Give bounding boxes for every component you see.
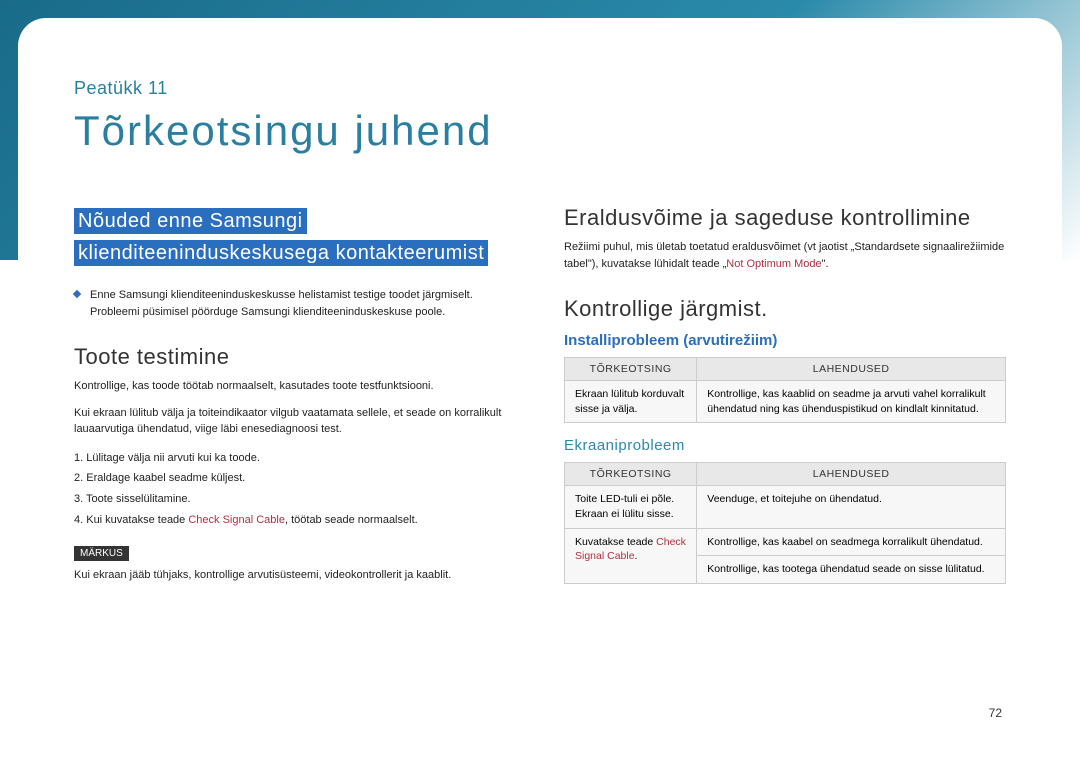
section-check: Kontrollige järgmist. [564, 296, 1006, 322]
table2-r1-c1: Kuvatakse teade Check Signal Cable. [565, 528, 697, 583]
step-3: 3. Toote sisselülitamine. [74, 489, 524, 510]
res-red: Not Optimum Mode [726, 258, 821, 270]
table2-th2: LAHENDUSED [697, 463, 1006, 486]
chapter-label: Peatükk 11 [74, 78, 1006, 99]
table2-r1-c2a: Kontrollige, kas kaabel on seadmega korr… [697, 528, 1006, 556]
page-title: Tõrkeotsingu juhend [74, 107, 1006, 155]
subheading-install: Installiprobleem (arvutirežiim) [564, 332, 1006, 349]
table1-r0-c1: Ekraan lülitub korduvalt sisse ja välja. [565, 381, 697, 423]
steps-list: 1. Lülitage välja nii arvuti kui ka tood… [74, 448, 524, 532]
page-content: Peatükk 11 Tõrkeotsingu juhend Nõuded en… [18, 18, 1062, 738]
step-1: 1. Lülitage välja nii arvuti kui ka tood… [74, 448, 524, 469]
res-p1b: ". [822, 258, 829, 270]
table2-r0-c2: Veenduge, et toitejuhe on ühendatud. [697, 486, 1006, 528]
t2r1-c1a: Kuvatakse teade [575, 536, 656, 548]
table-screen: TÕRKEOTSING LAHENDUSED Toite LED-tuli ei… [564, 462, 1006, 584]
table-install: TÕRKEOTSING LAHENDUSED Ekraan lülitub ko… [564, 357, 1006, 423]
right-column: Eraldusvõime ja sageduse kontrollimine R… [564, 205, 1006, 594]
left-column: Nõuded enne Samsungi klienditeeninduskes… [74, 205, 524, 594]
testing-p1: Kontrollige, kas toode töötab normaalsel… [74, 378, 524, 395]
step-4: 4. Kui kuvatakse teade Check Signal Cabl… [74, 510, 524, 531]
highlight-line-2: klienditeeninduskeskusega kontakteerumis… [74, 240, 488, 266]
testing-p2: Kui ekraan lülitub välja ja toiteindikaa… [74, 405, 524, 438]
highlight-line-1: Nõuded enne Samsungi [74, 208, 307, 234]
two-column-layout: Nõuded enne Samsungi klienditeeninduskes… [74, 205, 1006, 594]
step-4-prefix: 4. Kui kuvatakse teade [74, 514, 188, 526]
table2-th1: TÕRKEOTSING [565, 463, 697, 486]
step-4-red: Check Signal Cable [188, 514, 285, 526]
table2-r0-c1: Toite LED-tuli ei põle. Ekraan ei lülitu… [565, 486, 697, 528]
intro-bullet: Enne Samsungi klienditeeninduskeskusse h… [74, 287, 524, 320]
t2r1-c1b: . [635, 550, 638, 562]
table-row: Ekraan lülitub korduvalt sisse ja välja.… [565, 381, 1006, 423]
section-product-testing: Toote testimine [74, 344, 524, 370]
table-row: Toite LED-tuli ei põle. Ekraan ei lülitu… [565, 486, 1006, 528]
note-badge: MÄRKUS [74, 546, 129, 561]
subheading-screen: Ekraaniprobleem [564, 437, 1006, 454]
table2-r1-c2b: Kontrollige, kas tootega ühendatud seade… [697, 556, 1006, 584]
page-number: 72 [989, 706, 1002, 720]
table1-th1: TÕRKEOTSING [565, 358, 697, 381]
note-text: Kui ekraan jääb tühjaks, kontrollige arv… [74, 567, 524, 584]
step-2: 2. Eraldage kaabel seadme küljest. [74, 468, 524, 489]
step-4-tail: , töötab seade normaalselt. [285, 514, 418, 526]
resolution-text: Režiimi puhul, mis ületab toetatud erald… [564, 239, 1006, 272]
section-resolution: Eraldusvõime ja sageduse kontrollimine [564, 205, 1006, 231]
table-row: Kuvatakse teade Check Signal Cable. Kont… [565, 528, 1006, 556]
highlighted-heading: Nõuded enne Samsungi klienditeeninduskes… [74, 205, 524, 269]
table1-r0-c2: Kontrollige, kas kaablid on seadme ja ar… [697, 381, 1006, 423]
table1-th2: LAHENDUSED [697, 358, 1006, 381]
